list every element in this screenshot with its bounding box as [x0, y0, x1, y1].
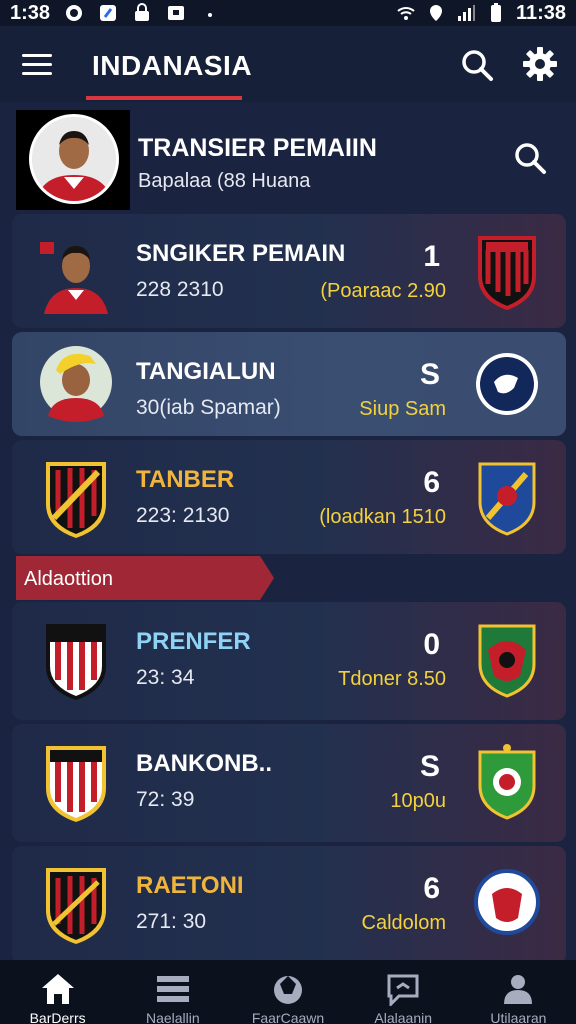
signal-icon	[457, 5, 475, 21]
app-notification-icon	[100, 5, 117, 21]
chat-icon	[387, 974, 419, 1006]
club-badge-icon	[46, 868, 106, 944]
transfer-time: 223: 2130	[136, 504, 230, 527]
status-bar: 1:38 11:38	[0, 0, 576, 26]
tab-indicator	[86, 96, 242, 100]
app-bar: INDANASIA	[0, 26, 576, 102]
nav-label: Alalaanin	[374, 1010, 433, 1024]
player-name: SNGIKER PEMAIN	[136, 240, 346, 267]
battery-icon	[490, 3, 501, 22]
message-icon	[168, 6, 185, 20]
lock-icon	[135, 3, 150, 21]
transfer-number: S	[419, 358, 440, 391]
club-crest-icon	[476, 353, 538, 415]
player-name: RAETONI	[136, 872, 244, 899]
transfer-detail: Siup Sam	[359, 398, 446, 420]
home-icon	[41, 974, 74, 1004]
gear-icon[interactable]	[522, 46, 558, 82]
ball-icon	[274, 976, 302, 1004]
player-name: TANGIALUN	[136, 358, 276, 385]
nav-label: BarDerrs	[29, 1010, 86, 1024]
section-label: Aldaottion	[24, 568, 113, 590]
transfer-card[interactable]: TANBER 223: 2130 6 (loadkan 1510	[12, 440, 566, 554]
player-name: TANBER	[136, 466, 235, 493]
nav-label: Naelallin	[145, 1010, 200, 1024]
transfer-number: 6	[423, 466, 440, 499]
transfer-time: 72: 39	[136, 788, 195, 811]
club-crest-icon	[474, 869, 540, 935]
transfer-card[interactable]: BANKONB.. 72: 39 S 10p0u	[12, 724, 566, 842]
nav-item-chat[interactable]: Alalaanin	[346, 960, 461, 1024]
transfer-detail: (Poaraac 2.90	[320, 280, 446, 302]
avatar[interactable]	[16, 110, 130, 210]
transfer-card[interactable]: TANGIALUN 30(iab Spamar) S Siup Sam	[12, 332, 566, 436]
transfer-detail: Tdoner 8.50	[338, 668, 446, 690]
player-name: PRENFER	[136, 628, 251, 655]
transfer-time: 271: 30	[136, 910, 207, 933]
transfer-number: 6	[423, 872, 440, 905]
nav-item-list[interactable]: Naelallin	[115, 960, 230, 1024]
profile-title: TRANSIER PEMAIIN	[138, 134, 377, 162]
wifi-icon	[397, 7, 415, 20]
club-badge-icon	[46, 746, 106, 822]
player-photo-icon	[32, 117, 116, 201]
transfer-number: 1	[423, 240, 440, 273]
search-icon[interactable]	[460, 48, 494, 82]
status-time: 1:38	[10, 1, 51, 24]
bottom-nav: BarDerrs Naelallin FaarCaawn Alalaanin U…	[0, 960, 576, 1024]
transfer-time: 23: 34	[136, 666, 195, 689]
transfer-number: S	[419, 750, 440, 783]
nav-item-home[interactable]: BarDerrs	[0, 960, 115, 1024]
list-icon	[156, 976, 189, 1002]
player-name: BANKONB..	[136, 750, 272, 777]
page-title: INDANASIA	[92, 50, 253, 81]
club-badge-icon	[46, 624, 106, 700]
status-clock: 11:38	[515, 1, 566, 24]
nav-label: Utilaaran	[490, 1010, 547, 1024]
transfer-detail: (loadkan 1510	[319, 506, 446, 528]
club-crest-icon	[478, 624, 536, 698]
player-avatar-icon	[40, 346, 112, 422]
club-crest-icon	[478, 462, 536, 536]
menu-button[interactable]	[22, 54, 52, 76]
dot-icon	[208, 13, 213, 17]
nav-label: FaarCaawn	[251, 1010, 325, 1024]
search-icon[interactable]	[512, 140, 548, 176]
nav-item-profile[interactable]: Utilaaran	[461, 960, 576, 1024]
person-icon	[504, 975, 533, 1004]
transfer-detail: Caldolom	[361, 912, 446, 934]
transfer-card[interactable]: RAETONI 271: 30 6 Caldolom	[12, 846, 566, 964]
club-badge-icon	[46, 462, 106, 538]
player-avatar-icon	[40, 242, 108, 314]
transfer-detail: 10p0u	[390, 790, 446, 812]
transfer-number: 0	[423, 628, 440, 661]
nav-item-ball[interactable]: FaarCaawn	[230, 960, 345, 1024]
profile-header: TRANSIER PEMAIIN Bapalaa (88 Huana	[14, 108, 562, 212]
transfer-time: 228 2310	[136, 278, 224, 301]
notification-icon	[66, 5, 83, 21]
transfer-card[interactable]: SNGIKER PEMAIN 228 2310 1 (Poaraac 2.90	[12, 214, 566, 328]
transfer-card[interactable]: PRENFER 23: 34 0 Tdoner 8.50	[12, 602, 566, 720]
profile-subtitle: Bapalaa (88 Huana	[138, 170, 311, 192]
club-crest-icon	[478, 744, 536, 820]
club-crest-icon	[478, 236, 536, 310]
location-icon	[429, 5, 442, 21]
transfer-time: 30(iab Spamar)	[136, 396, 281, 419]
